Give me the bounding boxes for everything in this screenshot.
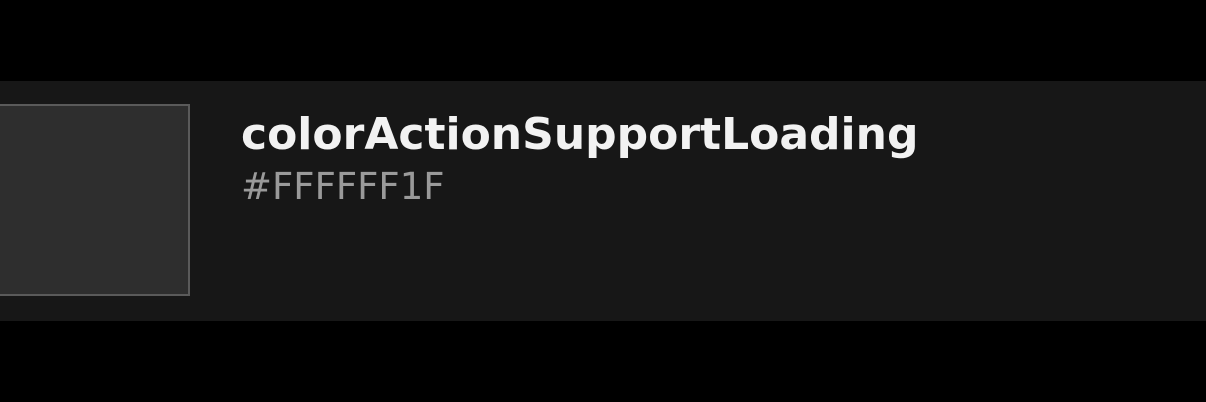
token-hex-value: #FFFFFF1F bbox=[241, 165, 445, 208]
token-name: colorActionSupportLoading bbox=[241, 109, 919, 160]
color-token-row[interactable]: colorActionSupportLoading #FFFFFF1F bbox=[0, 81, 1206, 321]
color-swatch bbox=[0, 104, 190, 296]
color-token-page: colorActionSupportLoading #FFFFFF1F bbox=[0, 0, 1206, 402]
